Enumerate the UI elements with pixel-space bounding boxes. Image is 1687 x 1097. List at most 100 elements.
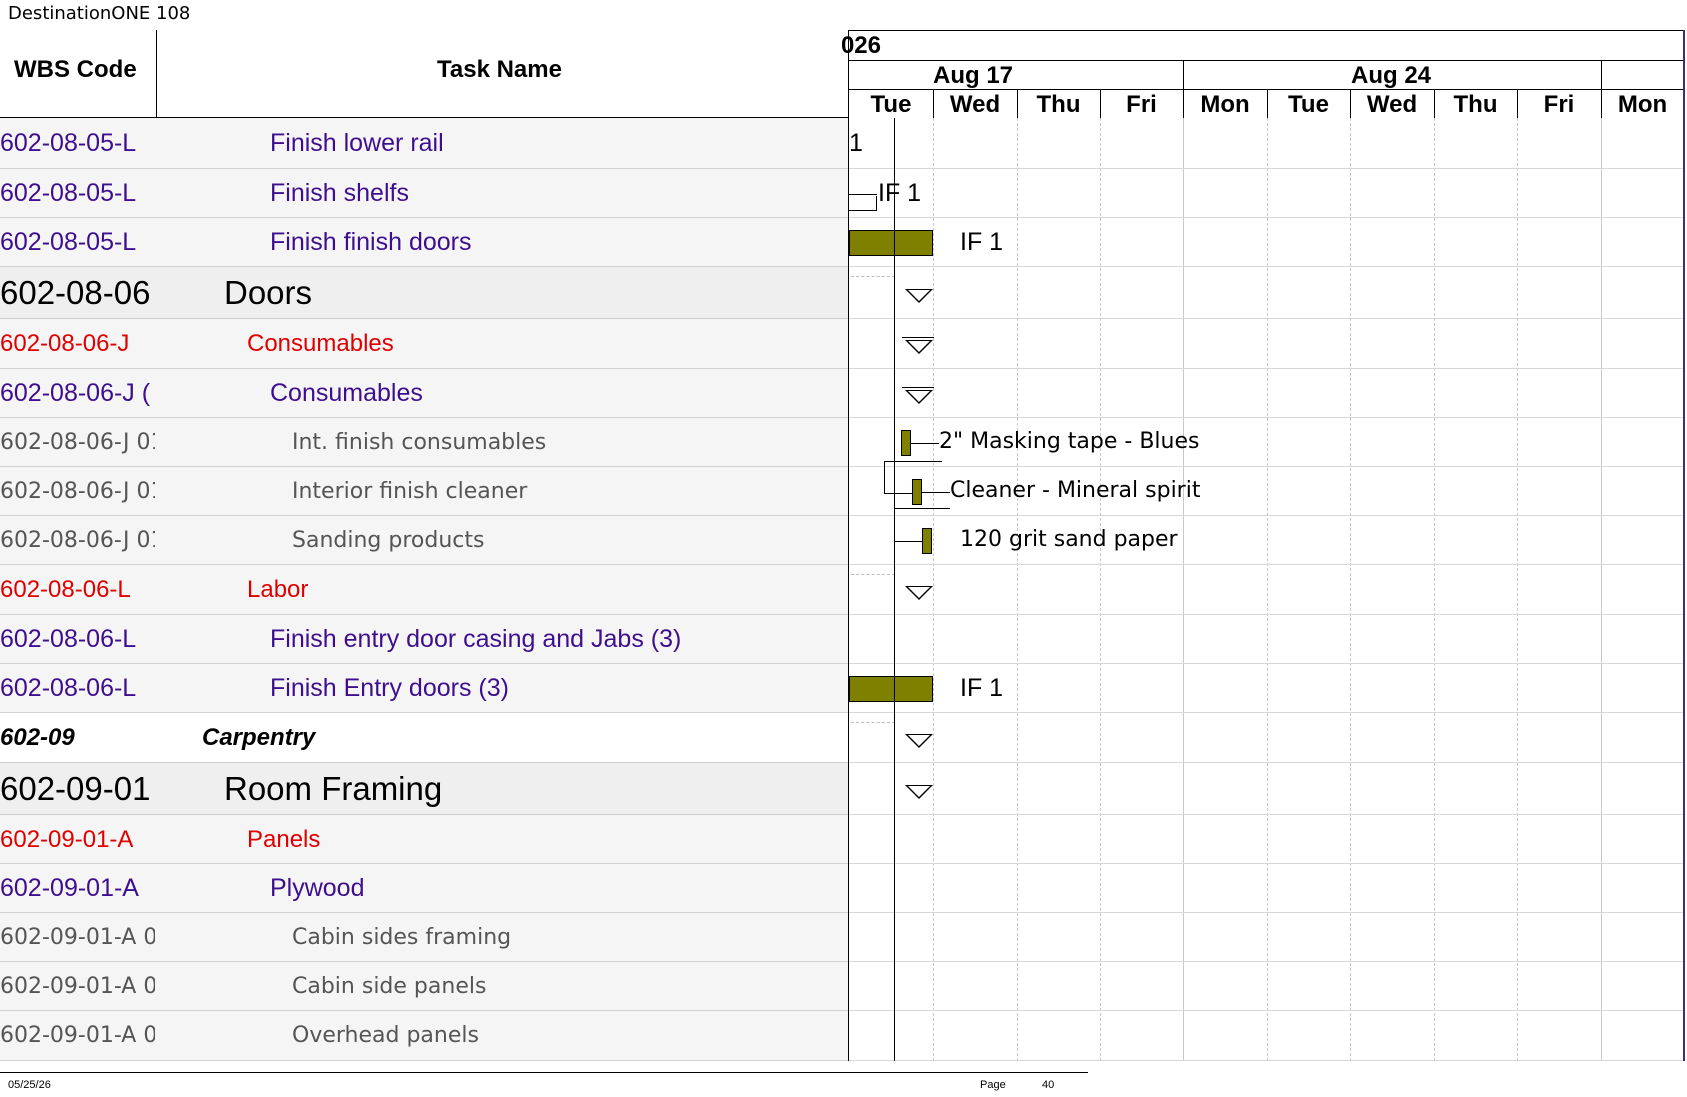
wbs-code-cell[interactable]: 602-08-05-L [0,218,155,267]
table-row[interactable]: 602-09-01-A Plywood [0,864,848,913]
summary-marker-icon[interactable] [905,340,933,354]
table-row[interactable]: 602-09-01-A 0 Cabin sides framing [0,913,848,962]
summary-marker-icon[interactable] [905,785,933,799]
task-name-cell[interactable]: Labor [247,565,308,615]
bar-label: IF 1 [960,227,1004,256]
wbs-code-cell[interactable]: 602-09 [0,713,155,763]
table-row[interactable]: 602-08-06-L Finish entry door casing and … [0,615,848,664]
wbs-code-cell[interactable]: 602-09-01-A 0 [0,1011,155,1061]
wbs-code-cell[interactable]: 602-08-05-L [0,118,155,169]
bar-label: 120 grit sand paper [960,526,1178,552]
task-name-cell[interactable]: Finish finish doors [270,218,471,267]
task-name-cell[interactable]: Cabin sides framing [292,913,511,962]
table-row[interactable]: 602-08-06 Doors [0,267,848,319]
task-bar[interactable] [849,675,933,702]
chart-row-divider [849,1060,1683,1061]
wbs-code-header[interactable]: WBS Code [14,56,137,84]
task-name-cell[interactable]: Consumables [247,319,394,369]
task-name-cell[interactable]: Finish entry door casing and Jabs (3) [270,615,681,664]
task-bar[interactable] [849,229,933,256]
grid-line [1100,118,1101,1061]
task-name-cell[interactable]: Finish shelfs [270,169,409,218]
table-row[interactable]: 602-09-01-A 0 Overhead panels [0,1011,848,1061]
day-header-wed: Wed [949,91,1001,118]
day-separator [1267,89,1268,118]
wbs-code-cell[interactable]: 602-09-01 [0,763,155,815]
day-separator [1601,89,1602,118]
task-name-cell[interactable]: Sanding products [292,516,484,565]
table-row[interactable]: 602-09-01-A Panels [0,815,848,864]
summary-marker-icon[interactable] [905,389,933,404]
task-name-cell[interactable]: Carpentry [202,713,315,763]
wbs-code-cell[interactable]: 602-08-06-J [0,319,155,369]
dependency-link [911,442,939,444]
summary-guide [851,574,895,575]
summary-marker-icon[interactable] [905,289,933,303]
chart-row-divider [849,663,1683,664]
dependency-link [922,491,950,493]
dependency-link [849,193,877,195]
wbs-code-cell[interactable]: 602-09-01-A 0 [0,913,155,962]
week-aug-24: Aug 24 [1351,62,1432,89]
task-name-cell[interactable]: Plywood [270,864,365,913]
table-row[interactable]: 602-09 Carpentry [0,713,848,763]
chart-row-divider [849,515,1683,516]
table-row[interactable]: 602-08-05-L Finish shelfs [0,169,848,218]
task-name-cell[interactable]: Finish lower rail [270,118,444,169]
wbs-code-cell[interactable]: 602-08-05-L [0,169,155,218]
table-row[interactable]: 602-09-01-A 0 Cabin side panels [0,962,848,1011]
task-name-cell[interactable]: Doors [224,267,312,319]
summary-marker-fill [908,735,930,746]
wbs-code-cell[interactable]: 602-08-06-J 01 [0,418,155,467]
week-aug-17: Aug 17 [933,62,1014,89]
task-name-cell[interactable]: Room Framing [224,763,442,815]
table-row[interactable]: 602-08-06-J ( Consumables [0,369,848,418]
wbs-code-cell[interactable]: 602-08-06-L [0,615,155,664]
table-row[interactable]: 602-08-06-J 01 Int. finish consumables [0,418,848,467]
day-header-tue: Tue [870,91,912,118]
task-name-header[interactable]: Task Name [437,56,562,84]
wbs-code-cell[interactable]: 602-09-01-A 0 [0,962,155,1011]
table-row[interactable]: 602-08-06-J Consumables [0,319,848,369]
day-separator [933,89,934,118]
wbs-code-cell[interactable]: 602-08-06-J 01 [0,516,155,565]
dependency-link [894,540,922,542]
wbs-code-cell[interactable]: 602-08-06-L [0,565,155,615]
table-row[interactable]: 602-08-06-L Labor [0,565,848,615]
wbs-code-cell[interactable]: 602-09-01-A [0,864,155,913]
table-row[interactable]: 602-08-06-L Finish Entry doors (3) [0,664,848,713]
task-name-cell[interactable]: Int. finish consumables [292,418,546,467]
task-bar[interactable] [901,429,911,456]
chart-row-divider [849,912,1683,913]
timeline-rule-top [849,60,1683,61]
grid-line [1017,118,1018,1061]
summary-marker-icon[interactable] [905,586,933,600]
task-bar[interactable] [922,527,932,554]
table-row[interactable]: 602-08-05-L Finish lower rail [0,118,848,169]
summary-marker-fill [908,341,930,352]
task-name-cell[interactable]: Interior finish cleaner [292,467,527,516]
summary-marker-icon[interactable] [905,734,933,748]
task-bar[interactable] [912,478,922,505]
wbs-code-cell[interactable]: 602-08-06-L [0,664,155,713]
task-name-cell[interactable]: Panels [247,815,320,864]
task-name-cell[interactable]: Cabin side panels [292,962,486,1011]
footer-rule [0,1072,1088,1073]
wbs-code-cell[interactable]: 602-08-06-J ( [0,369,155,418]
chart-row-divider [849,266,1683,267]
table-row[interactable]: 602-09-01 Room Framing [0,763,848,815]
table-row[interactable]: 602-08-05-L Finish finish doors [0,218,848,267]
grid-line [1267,118,1268,1061]
task-name-cell[interactable]: Consumables [270,369,423,418]
table-row[interactable]: 602-08-06-J 01 Interior finish cleaner [0,467,848,516]
day-header-fri: Fri [1543,91,1575,118]
day-header-thu: Thu [1036,91,1081,118]
task-name-cell[interactable]: Finish Entry doors (3) [270,664,509,713]
table-row[interactable]: 602-08-06-J 01 Sanding products [0,516,848,565]
wbs-code-cell[interactable]: 602-09-01-A [0,815,155,864]
wbs-code-cell[interactable]: 602-08-06-J 01 [0,467,155,516]
task-name-cell[interactable]: Overhead panels [292,1011,479,1061]
dependency-link [894,507,950,509]
wbs-code-cell[interactable]: 602-08-06 [0,267,155,319]
chart-row-divider [849,863,1683,864]
